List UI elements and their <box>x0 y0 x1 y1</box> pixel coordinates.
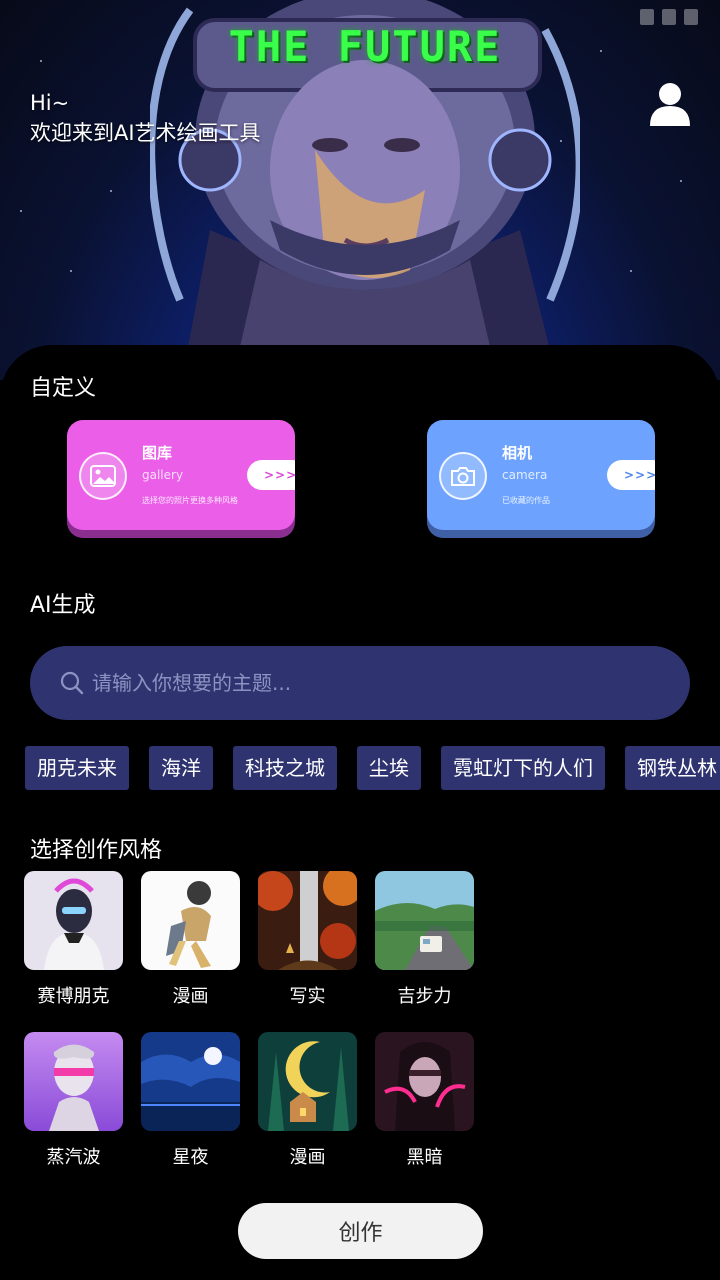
wifi-icon <box>640 9 654 25</box>
camera-desc: 已收藏的作品 <box>502 496 550 505</box>
style-section-title: 选择创作风格 <box>30 838 163 863</box>
gallery-subtitle: gallery <box>142 468 184 482</box>
style-item[interactable]: 星夜 <box>141 1032 240 1169</box>
style-label: 吉步力 <box>397 986 452 1007</box>
topic-tag[interactable]: 尘埃 <box>357 746 421 790</box>
search-icon <box>60 671 84 695</box>
style-item[interactable]: 赛博朋克 <box>24 871 123 1008</box>
topic-tag[interactable]: 科技之城 <box>233 746 337 790</box>
style-item[interactable]: 吉步力 <box>375 871 474 1008</box>
gallery-title: 图库 <box>142 444 173 462</box>
style-thumbnail <box>375 1032 474 1131</box>
style-item[interactable]: 漫画 <box>258 1032 357 1169</box>
image-icon <box>79 452 127 500</box>
style-label: 星夜 <box>172 1147 209 1168</box>
style-thumbnail <box>258 1032 357 1131</box>
camera-title: 相机 <box>502 444 533 462</box>
gallery-arrow-button[interactable]: >>> <box>247 460 295 490</box>
user-icon[interactable] <box>650 82 690 126</box>
signal-icon <box>662 9 676 25</box>
camera-subtitle: camera <box>502 468 548 482</box>
camera-icon <box>439 452 487 500</box>
camera-card-body: 相机 camera 已收藏的作品 >>> <box>427 420 655 530</box>
style-label: 漫画 <box>172 986 209 1007</box>
custom-section-title: 自定义 <box>30 376 97 401</box>
style-thumbnail <box>258 871 357 970</box>
style-thumbnail <box>141 871 240 970</box>
style-label: 蒸汽波 <box>46 1147 101 1168</box>
hero-banner: THE FUTURE <box>0 0 720 380</box>
style-label: 黑暗 <box>406 1147 443 1168</box>
topic-tag[interactable]: 钢铁丛林 <box>625 746 720 790</box>
greeting: Hi~ 欢迎来到AI艺术绘画工具 <box>30 88 261 148</box>
style-item[interactable]: 蒸汽波 <box>24 1032 123 1169</box>
greeting-welcome: 欢迎来到AI艺术绘画工具 <box>30 121 261 145</box>
gallery-card[interactable]: 图库 gallery 选择您的照片更换多种风格 >>> <box>67 420 295 538</box>
style-item[interactable]: 黑暗 <box>375 1032 474 1169</box>
status-icons <box>640 9 698 25</box>
style-item[interactable]: 写实 <box>258 871 357 1008</box>
gallery-card-body: 图库 gallery 选择您的照片更换多种风格 >>> <box>67 420 295 530</box>
battery-icon <box>684 9 698 25</box>
topic-tag[interactable]: 海洋 <box>149 746 213 790</box>
search-input[interactable] <box>92 671 652 695</box>
style-thumbnail <box>141 1032 240 1131</box>
style-label: 写实 <box>289 986 326 1007</box>
style-item[interactable]: 漫画 <box>141 871 240 1008</box>
create-button[interactable]: 创作 <box>238 1203 483 1259</box>
topic-tag[interactable]: 霓虹灯下的人们 <box>441 746 605 790</box>
style-thumbnail <box>375 871 474 970</box>
ai-section-title: AI生成 <box>30 593 96 618</box>
style-thumbnail <box>24 871 123 970</box>
camera-card[interactable]: 相机 camera 已收藏的作品 >>> <box>427 420 655 538</box>
status-bar <box>0 0 720 36</box>
search-bar[interactable] <box>30 646 690 720</box>
camera-arrow-button[interactable]: >>> <box>607 460 655 490</box>
style-label: 漫画 <box>289 1147 326 1168</box>
style-label: 赛博朋克 <box>37 986 110 1007</box>
style-thumbnail <box>24 1032 123 1131</box>
greeting-hi: Hi~ <box>30 91 70 115</box>
topic-tag[interactable]: 朋克未来 <box>25 746 129 790</box>
style-grid: 赛博朋克 漫画 写实 吉步力 蒸汽波 星夜 漫画 黑暗 <box>24 871 494 1169</box>
topic-tags: 朋克未来 海洋 科技之城 尘埃 霓虹灯下的人们 钢铁丛林 <box>25 746 720 790</box>
gallery-desc: 选择您的照片更换多种风格 <box>142 496 238 505</box>
